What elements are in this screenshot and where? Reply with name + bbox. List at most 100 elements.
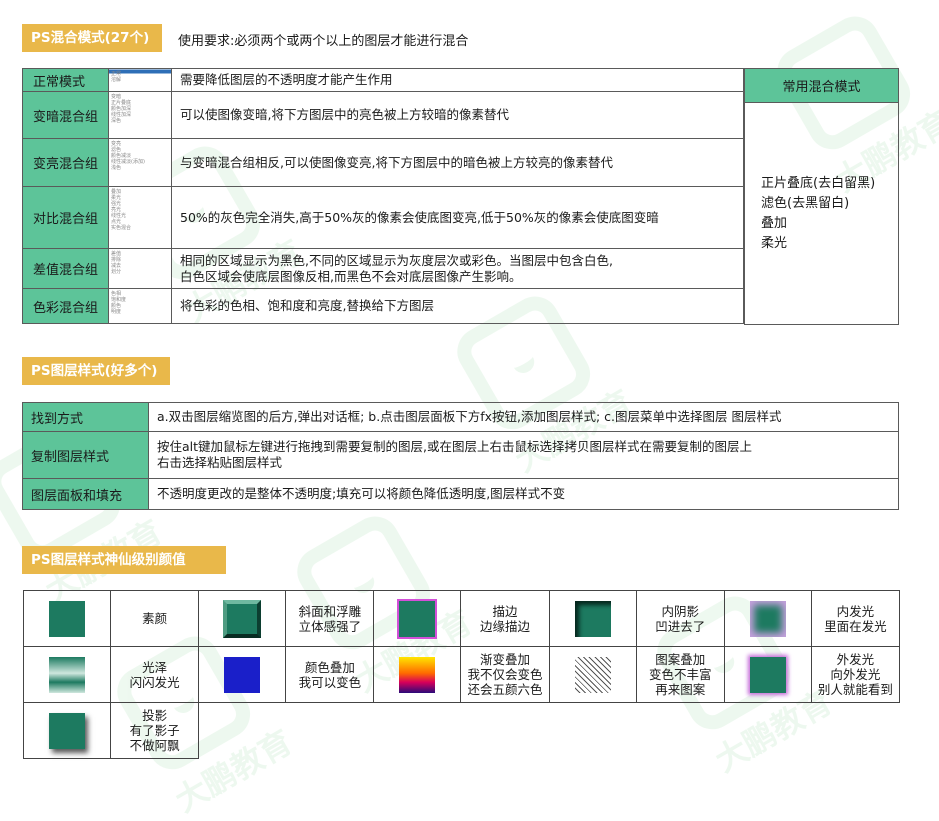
outer-glow-swatch-icon: [749, 656, 786, 693]
effect-line: 有了影子: [129, 723, 180, 738]
effect-line: 向外发光: [830, 667, 881, 682]
row-desc: a.双击图层缩览图的后方,弹出对话框; b.点击图层面板下方fx按钮,添加图层样…: [148, 402, 899, 432]
effect-line: 内阴影: [661, 603, 699, 619]
table-row: 色彩混合组 色相 饱和度 颜色 明度 将色彩的色相、饱和度和亮度,替换给下方图层: [22, 288, 744, 324]
row-label: 变暗混合组: [22, 91, 109, 139]
effect-line: 里面在发光: [824, 618, 887, 634]
effect-line: 光泽: [142, 659, 168, 675]
row-label: 色彩混合组: [22, 288, 109, 324]
empty-cell: [198, 702, 900, 759]
table-row: 光泽 闪闪发光 颜色叠加 我可以变色 渐变叠加 我不仅会变色 还会五颜六色 图案叠加 变色…: [22, 646, 901, 703]
desc-line: 相同的区域显示为黑色,不同的区域显示为灰度层次或彩色。当图层中包含白色,: [180, 252, 613, 268]
table-row: 图层面板和填充 不透明度更改的是整体不透明度;填充可以将颜色降低透明度,图层样式…: [22, 478, 899, 510]
effect-label: 颜色叠加 我可以变色: [285, 646, 375, 703]
effect-line: 颜色叠加: [304, 659, 355, 675]
list-item: 叠加: [761, 215, 788, 231]
row-label: 变亮混合组: [22, 138, 109, 187]
swatch-cell: [548, 590, 637, 647]
pattern-overlay-swatch-icon: [574, 656, 611, 693]
row-desc: 50%的灰色完全消失,高于50%灰的像素会使底图变亮,低于50%灰的像素会使底图…: [171, 186, 744, 249]
effect-line: 闪闪发光: [129, 674, 180, 690]
effect-line: 斜面和浮雕: [298, 603, 362, 619]
color-overlay-swatch-icon: [224, 656, 261, 693]
row-label: 复制图层样式: [22, 431, 149, 479]
effect-line: 内发光: [836, 603, 875, 619]
swatch-cell: [22, 646, 112, 703]
effect-line: 立体感强了: [298, 618, 362, 634]
requirement-text: 使用要求:必须两个或两个以上的图层才能进行混合: [178, 34, 469, 49]
desc-line: 右击选择粘贴图层样式: [157, 455, 283, 470]
row-desc: 相同的区域显示为黑色,不同的区域显示为灰度层次或彩色。当图层中包含白色, 白色区域…: [171, 248, 744, 289]
row-desc: 可以使图像变暗,将下方图层中的亮色被上方较暗的像素替代: [171, 91, 744, 139]
effect-label: 内阴影 凹进去了: [635, 590, 725, 647]
list-item: 柔光: [761, 235, 788, 251]
blend-menu-thumbnail: 正常 溶解: [108, 68, 172, 92]
swatch-cell: [22, 702, 112, 759]
row-label: 差值混合组: [22, 248, 109, 289]
swatch-cell: [373, 590, 462, 647]
effect-line: 别人就能看到: [817, 682, 893, 697]
effect-line: 凹进去了: [655, 618, 706, 634]
blend-menu-thumbnail: 变亮 滤色 颜色减淡 线性减淡(添加) 浅色: [108, 138, 172, 187]
panel-list: 正片叠底(去白留黑) 滤色(去黑留白) 叠加 柔光: [744, 102, 899, 325]
effect-label: 光泽 闪闪发光: [110, 646, 200, 703]
thumb-text: 深色: [111, 118, 122, 124]
effect-line: 渐变叠加: [480, 652, 531, 667]
effect-label: 描边 边缘描边: [460, 590, 550, 647]
row-desc: 不透明度更改的是整体不透明度;填充可以将颜色降低透明度,图层样式不变: [148, 478, 899, 510]
table-row: 素颜 斜面和浮雕 立体感强了 描边 边缘描边 内阴影 凹进去了 内发光 里面在发光: [22, 590, 901, 647]
blend-menu-thumbnail: 差值 排除 减去 划分: [108, 248, 172, 289]
effect-label: 斜面和浮雕 立体感强了: [285, 590, 375, 647]
effect-label: 渐变叠加 我不仅会变色 还会五颜六色: [460, 646, 550, 703]
section-title-blend-modes: PS混合模式(27个): [22, 24, 162, 52]
effect-line: 投影: [142, 708, 168, 723]
effect-label: 投影 有了影子 不做阿飘: [110, 702, 200, 759]
row-desc: 按住alt键加鼠标左键进行拖拽到需要复制的图层,或在图层上右击鼠标选择拷贝图层样…: [148, 431, 899, 479]
drop-shadow-swatch-icon: [49, 712, 86, 749]
effect-line: 图案叠加: [655, 652, 706, 667]
table-row: 变亮混合组 变亮 滤色 颜色减淡 线性减淡(添加) 浅色 与变暗混合组相反,可以使图像变…: [22, 138, 744, 187]
row-label: 对比混合组: [22, 186, 109, 249]
row-desc: 将色彩的色相、饱和度和亮度,替换给下方图层: [171, 288, 744, 324]
row-label: 找到方式: [22, 402, 149, 432]
plain-swatch-icon: [49, 600, 86, 637]
effect-line: 还会五颜六色: [467, 682, 543, 697]
effect-line: 不做阿飘: [129, 738, 180, 753]
swatch-cell: [723, 646, 812, 703]
effect-line: 我可以变色: [298, 674, 362, 690]
inner-shadow-swatch-icon: [574, 600, 611, 637]
table-row: 正常模式 正常 溶解 需要降低图层的不透明度才能产生作用: [22, 68, 744, 92]
row-label: 正常模式: [22, 68, 109, 92]
effect-line: 素颜: [142, 611, 168, 626]
section-title-layer-styles: PS图层样式(好多个): [22, 357, 170, 385]
blend-modes-table: 正常模式 正常 溶解 需要降低图层的不透明度才能产生作用 变暗混合组 变暗 正片叠底…: [22, 68, 744, 324]
effect-line: 再来图案: [655, 682, 706, 697]
layer-styles-table: 找到方式 a.双击图层缩览图的后方,弹出对话框; b.点击图层面板下方fx按钮,…: [22, 402, 899, 510]
effect-line: 边缘描边: [480, 618, 531, 634]
row-desc: 与变暗混合组相反,可以使图像变亮,将下方图层中的暗色被上方较亮的像素替代: [171, 138, 744, 187]
effect-line: 外发光: [836, 652, 875, 667]
table-row: 找到方式 a.双击图层缩览图的后方,弹出对话框; b.点击图层面板下方fx按钮,…: [22, 402, 899, 432]
desc-line: 按住alt键加鼠标左键进行拖拽到需要复制的图层,或在图层上右击鼠标选择拷贝图层样…: [157, 439, 753, 454]
bevel-swatch-icon: [223, 599, 262, 638]
effect-label: 素颜: [110, 590, 200, 647]
effect-line: 我不仅会变色: [467, 667, 543, 682]
thumb-text: 明度: [111, 309, 122, 315]
panel-title: 常用混合模式: [744, 68, 899, 103]
list-item: 滤色(去黑留白): [761, 195, 850, 211]
swatch-cell: [548, 646, 637, 703]
desc-line: 白色区域会使底层图像反相,而黑色不会对底层图像产生影响。: [180, 268, 522, 284]
satin-swatch-icon: [49, 656, 86, 693]
effect-label: 内发光 里面在发光: [810, 590, 901, 647]
table-row: 变暗混合组 变暗 正片叠底 颜色加深 线性加深 深色 可以使图像变暗,将下方图层中的亮色…: [22, 91, 744, 139]
gradient-overlay-swatch-icon: [399, 656, 436, 693]
swatch-cell: [22, 590, 112, 647]
thumb-text: 溶解: [111, 77, 122, 83]
stroke-swatch-icon: [399, 600, 436, 637]
section-title-style-effects: PS图层样式神仙级别颜值: [22, 546, 226, 574]
style-effects-grid: 素颜 斜面和浮雕 立体感强了 描边 边缘描边 内阴影 凹进去了 内发光 里面在发光 光泽…: [22, 590, 901, 759]
row-desc: 需要降低图层的不透明度才能产生作用: [171, 68, 744, 92]
table-row: 对比混合组 叠加 柔光 强光 亮光 线性光 点光 实色混合 50%的灰色完全消失,高于50%…: [22, 186, 744, 249]
blend-menu-thumbnail: 色相 饱和度 颜色 明度: [108, 288, 172, 324]
effect-line: 变色不丰富: [648, 667, 712, 682]
